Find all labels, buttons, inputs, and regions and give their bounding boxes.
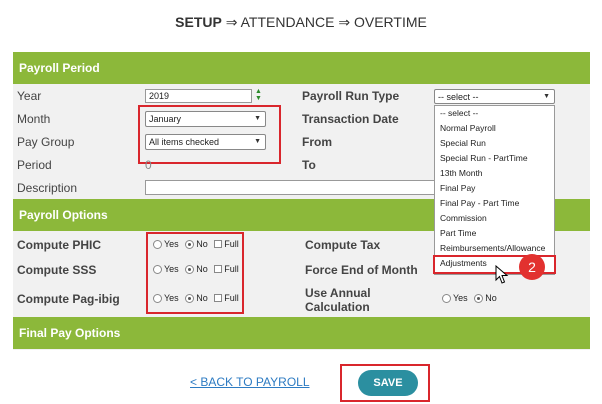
- annual-yes-radio[interactable]: [442, 293, 451, 303]
- highlight-save: [340, 364, 430, 402]
- breadcrumb-arrow: ⇒: [225, 14, 238, 30]
- step-badge: 2: [519, 254, 545, 280]
- use-annual-line1: Use Annual: [305, 286, 371, 300]
- annual-no-radio[interactable]: [474, 293, 484, 303]
- section-payroll-period: Payroll Period: [13, 52, 590, 84]
- description-input[interactable]: [145, 180, 435, 195]
- dropdown-option[interactable]: Part Time: [435, 226, 554, 241]
- annual-calc-options: Yes No: [442, 293, 497, 303]
- breadcrumb-arrow: ⇒: [338, 14, 351, 30]
- period-value: 0: [145, 158, 152, 172]
- dropdown-option[interactable]: -- select --: [435, 106, 554, 121]
- pay-group-label: Pay Group: [17, 135, 75, 149]
- month-label: Month: [17, 112, 51, 126]
- compute-phic-label: Compute PHIC: [17, 238, 101, 252]
- description-label: Description: [17, 181, 78, 195]
- pointer-cursor-icon: [495, 265, 509, 284]
- dropdown-option[interactable]: Special Run - PartTime: [435, 151, 554, 166]
- from-label: From: [302, 135, 332, 149]
- compute-sss-label: Compute SSS: [17, 263, 97, 277]
- breadcrumb-overtime: OVERTIME: [353, 14, 427, 30]
- transaction-date-label: Transaction Date: [302, 112, 399, 126]
- force-end-of-month-label: Force End of Month: [305, 263, 418, 277]
- use-annual-calculation-label: Use Annual Calculation: [305, 286, 371, 314]
- year-input[interactable]: 2019: [145, 89, 252, 103]
- compute-tax-label: Compute Tax: [305, 238, 381, 252]
- breadcrumb-attendance: ATTENDANCE: [240, 14, 335, 30]
- payroll-run-type-label: Payroll Run Type: [302, 89, 400, 103]
- breadcrumb-setup: SETUP: [175, 14, 222, 30]
- to-label: To: [302, 158, 316, 172]
- dropdown-option[interactable]: 13th Month: [435, 166, 554, 181]
- chevron-down-icon: ▼: [543, 93, 550, 100]
- option-label: Yes: [453, 293, 468, 303]
- dropdown-option[interactable]: Normal Payroll: [435, 121, 554, 136]
- highlight-compute-options: [146, 232, 244, 314]
- payroll-run-type-value: -- select --: [438, 92, 479, 102]
- dropdown-option[interactable]: Commission: [435, 211, 554, 226]
- compute-pagibig-label: Compute Pag-ibig: [17, 292, 120, 306]
- dropdown-option[interactable]: Final Pay: [435, 181, 554, 196]
- page-breadcrumb: SETUP ⇒ ATTENDANCE ⇒ OVERTIME: [0, 14, 602, 31]
- year-stepper[interactable]: ▲ ▼: [255, 88, 262, 102]
- section-final-pay-options: Final Pay Options: [13, 317, 590, 349]
- payroll-run-type-select[interactable]: -- select -- ▼: [434, 89, 555, 104]
- option-label: No: [485, 293, 497, 303]
- year-label: Year: [17, 89, 42, 103]
- period-label: Period: [17, 158, 52, 172]
- highlight-month-paygroup: [138, 105, 281, 164]
- payroll-run-type-dropdown: -- select -- Normal Payroll Special Run …: [434, 105, 555, 275]
- use-annual-line2: Calculation: [305, 300, 370, 314]
- back-to-payroll-link[interactable]: < BACK TO PAYROLL: [190, 375, 310, 389]
- dropdown-option[interactable]: Final Pay - Part Time: [435, 196, 554, 211]
- dropdown-option[interactable]: Special Run: [435, 136, 554, 151]
